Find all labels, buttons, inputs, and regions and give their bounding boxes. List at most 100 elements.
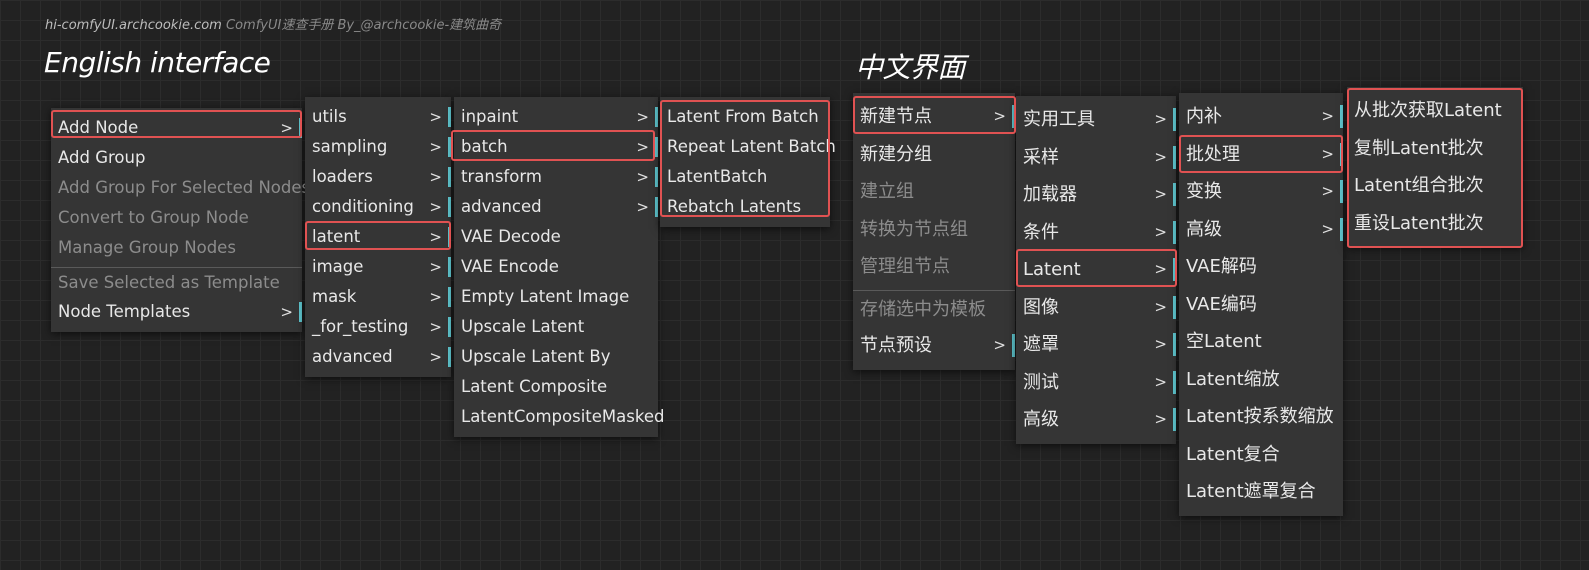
submenu-indicator-icon (1173, 183, 1176, 206)
zh-latent-item-label: 高级 (1186, 218, 1222, 240)
zh-latent-item-latent[interactable]: Latent缩放 (1179, 361, 1343, 399)
en-latent-item-upscale-latent-by[interactable]: Upscale Latent By (454, 342, 658, 372)
en-batch-item-latentbatch[interactable]: LatentBatch (660, 162, 830, 192)
zh-cat-item-label: 高级 (1023, 409, 1059, 430)
en-cat-item-advanced[interactable]: advanced > (305, 342, 451, 372)
chevron-right-icon: > (1154, 147, 1167, 166)
en-batch-item-latent-from-batch[interactable]: Latent From Batch (660, 102, 830, 132)
zh-cat-item-0[interactable]: 实用工具 > (1016, 101, 1176, 139)
zh-batch-item-latent[interactable]: 从批次获取Latent (1347, 92, 1523, 130)
zh-latent-item-latent[interactable]: Latent按系数缩放 (1179, 398, 1343, 436)
chevron-right-icon: > (1154, 297, 1167, 316)
en-cat-item-label: utils (312, 107, 347, 126)
zh-latent-item-latent[interactable]: Latent遮罩复合 (1179, 473, 1343, 511)
zh-cat-item-label: 实用工具 (1023, 109, 1095, 130)
en-latent-item-label: advanced (461, 197, 542, 216)
en-main-item-add-node[interactable]: Add Node > (51, 113, 302, 143)
zh-cat-item-1[interactable]: 采样 > (1016, 139, 1176, 177)
zh-cat-item-latent[interactable]: Latent > (1016, 251, 1176, 289)
zh-latent-item-0[interactable]: 内补 > (1179, 98, 1343, 136)
zh-batch-item-latent[interactable]: Latent组合批次 (1347, 167, 1523, 205)
en-batch-item-rebatch-latents[interactable]: Rebatch Latents (660, 192, 830, 222)
zh-latent-item-2[interactable]: 变换 > (1179, 173, 1343, 211)
en-main-item-save-selected-as-template[interactable]: Save Selected as Template (51, 267, 302, 297)
submenu-indicator-icon (1173, 333, 1176, 356)
zh-main-item-label: 转换为节点组 (860, 218, 968, 240)
zh-cat-item-label: 遮罩 (1023, 334, 1059, 355)
zh-main-item-6[interactable]: 节点预设 > (853, 327, 1015, 365)
en-latent-item-transform[interactable]: transform > (454, 162, 658, 192)
zh-batch-item-label: 重设Latent批次 (1354, 212, 1484, 234)
en-latent-item-batch[interactable]: batch > (454, 132, 658, 162)
zh-main-item-4[interactable]: 管理组节点 (853, 248, 1015, 286)
chevron-right-icon: > (1154, 260, 1167, 278)
en-latent-menu: inpaint > batch > transform > advanced > VAE Dec… (454, 97, 664, 437)
en-latent-item-advanced[interactable]: advanced > (454, 192, 658, 222)
en-latent-item-label: Latent Composite (461, 377, 608, 396)
chevron-right-icon: > (429, 108, 442, 126)
en-main-item-label: Add Group (58, 148, 146, 167)
zh-cat-item-2[interactable]: 加载器 > (1016, 176, 1176, 214)
chevron-right-icon: > (1154, 410, 1167, 428)
en-cat-item-utils[interactable]: utils > (305, 102, 451, 132)
zh-cat-item-8[interactable]: 高级 > (1016, 401, 1176, 439)
en-latent-item-upscale-latent[interactable]: Upscale Latent (454, 312, 658, 342)
zh-latent-item-latent[interactable]: Latent复合 (1179, 436, 1343, 474)
en-main-item-label: Add Group For Selected Nodes (58, 178, 311, 197)
credit-line: hi-comfyUI.archcookie.com ComfyUI速查手册 By… (45, 14, 501, 33)
en-cat-item-conditioning[interactable]: conditioning > (305, 192, 451, 222)
en-cat-item-mask[interactable]: mask > (305, 282, 451, 312)
en-latent-item-latentcompositemasked[interactable]: LatentCompositeMasked (454, 402, 664, 432)
zh-latent-item-vae[interactable]: VAE解码 (1179, 248, 1343, 286)
zh-batch-item-latent[interactable]: 复制Latent批次 (1347, 130, 1523, 168)
zh-latent-item-3[interactable]: 高级 > (1179, 211, 1343, 249)
zh-main-item-0[interactable]: 新建节点 > (853, 98, 1015, 136)
en-latent-item-inpaint[interactable]: inpaint > (454, 102, 658, 132)
submenu-indicator-icon (448, 347, 451, 367)
en-latent-item-label: batch (461, 137, 508, 156)
zh-main-item-5[interactable]: 存储选中为模板 (853, 289, 1015, 328)
en-latent-item-label: VAE Encode (461, 257, 559, 276)
en-main-item-add-group[interactable]: Add Group (51, 143, 302, 173)
zh-context-menu: 新建节点 > 新建分组 建立组转换为节点组管理组节点 存储选中为模板 节点预设 > (853, 93, 1015, 370)
en-main-item-node-templates[interactable]: Node Templates > (51, 297, 302, 327)
en-cat-item-label: sampling (312, 137, 388, 156)
zh-cat-item-label: 条件 (1023, 221, 1059, 243)
zh-latent-item-1[interactable]: 批处理 > (1179, 136, 1343, 174)
chevron-right-icon: > (636, 108, 649, 126)
zh-main-item-2[interactable]: 建立组 (853, 173, 1015, 211)
en-cat-item-image[interactable]: image > (305, 252, 451, 282)
en-batch-item-repeat-latent-batch[interactable]: Repeat Latent Batch (660, 132, 836, 162)
en-latent-item-vae-encode[interactable]: VAE Encode (454, 252, 658, 282)
en-cat-item-loaders[interactable]: loaders > (305, 162, 451, 192)
en-batch-item-label: Latent From Batch (667, 107, 819, 126)
zh-cat-item-7[interactable]: 测试 > (1016, 364, 1176, 402)
en-main-item-label: Node Templates (58, 302, 191, 321)
zh-latent-item-label: Latent缩放 (1186, 368, 1280, 390)
chevron-right-icon: > (1321, 107, 1334, 125)
en-cat-item-latent[interactable]: latent > (305, 222, 451, 252)
en-cat-item-for-testing[interactable]: _for_testing > (305, 312, 451, 342)
en-latent-item-empty-latent-image[interactable]: Empty Latent Image (454, 282, 658, 312)
zh-latent-item-latent[interactable]: 空Latent (1179, 323, 1343, 361)
en-latent-item-vae-decode[interactable]: VAE Decode (454, 222, 658, 252)
en-main-item-manage-group-nodes[interactable]: Manage Group Nodes (51, 233, 302, 263)
en-cat-item-sampling[interactable]: sampling > (305, 132, 451, 162)
zh-cat-item-3[interactable]: 条件 > (1016, 214, 1176, 252)
en-latent-item-latent-composite[interactable]: Latent Composite (454, 372, 658, 402)
zh-main-item-1[interactable]: 新建分组 (853, 136, 1015, 174)
chevron-right-icon: > (1154, 110, 1167, 128)
zh-latent-item-vae[interactable]: VAE编码 (1179, 286, 1343, 324)
en-main-item-label: Add Node (58, 118, 139, 137)
en-latent-item-label: inpaint (461, 107, 519, 126)
en-main-item-convert-to-group-node[interactable]: Convert to Group Node (51, 203, 302, 233)
zh-cat-item-5[interactable]: 图像 > (1016, 289, 1176, 327)
zh-cat-item-6[interactable]: 遮罩 > (1016, 326, 1176, 364)
chevron-right-icon: > (429, 168, 442, 186)
zh-main-item-3[interactable]: 转换为节点组 (853, 211, 1015, 249)
submenu-indicator-icon (1012, 334, 1015, 357)
submenu-indicator-icon (448, 137, 451, 157)
submenu-indicator-icon (1012, 105, 1015, 128)
zh-batch-item-latent[interactable]: 重设Latent批次 (1347, 205, 1523, 243)
en-main-item-add-group-for-selected-nodes[interactable]: Add Group For Selected Nodes (51, 173, 310, 203)
